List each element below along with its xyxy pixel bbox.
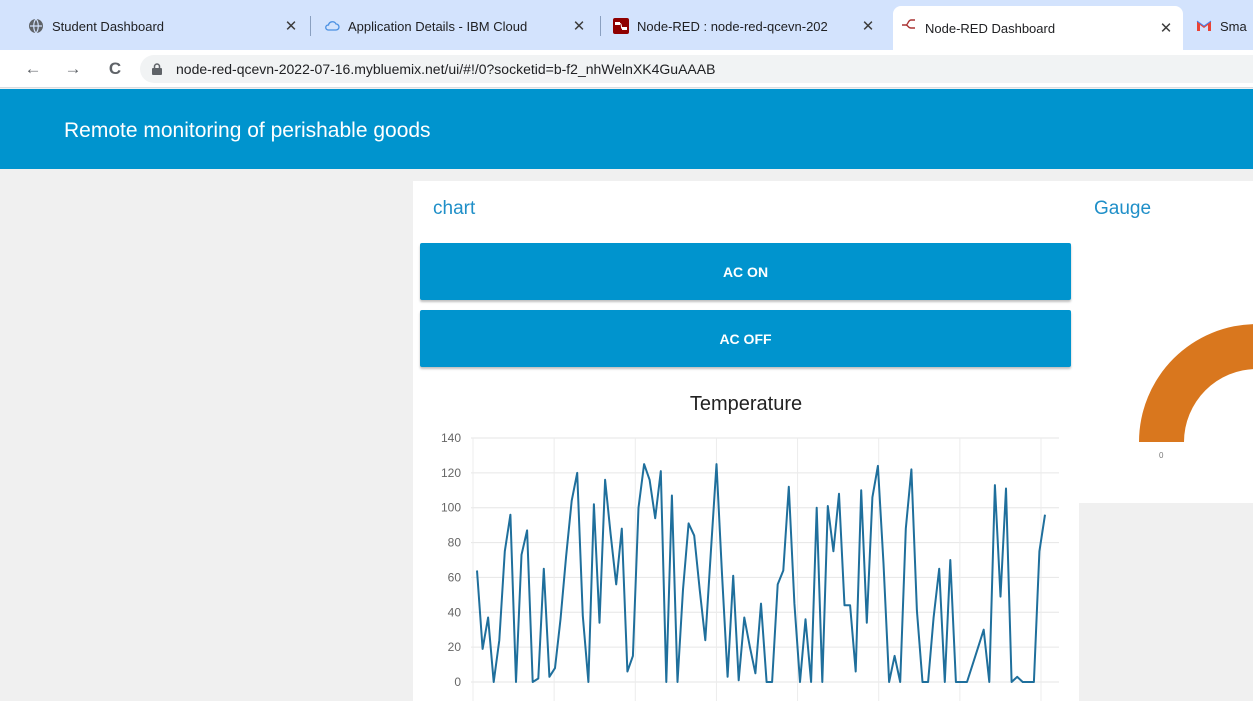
- close-icon[interactable]: ✕: [859, 17, 877, 35]
- gauge-min-label: 0: [1159, 451, 1164, 460]
- gauge-arc: [1139, 324, 1253, 442]
- y-tick-label: 100: [441, 501, 461, 515]
- gauge: [1139, 324, 1253, 442]
- gmail-icon: [1196, 20, 1212, 31]
- temperature-line-chart: 0 20 40 60 80 100 120 140: [441, 431, 1059, 701]
- y-tick-label: 140: [441, 431, 461, 445]
- browser-tab-strip: Student Dashboard ✕ Application Details …: [0, 0, 1253, 50]
- dashboard-title: Remote monitoring of perishable goods: [64, 119, 431, 142]
- close-icon[interactable]: ✕: [1157, 19, 1175, 37]
- forward-arrow-icon[interactable]: →: [62, 58, 84, 80]
- url-text: node-red-qcevn-2022-07-16.mybluemix.net/…: [176, 61, 716, 77]
- tab-title: Sma: [1220, 18, 1247, 34]
- y-tick-label: 60: [448, 570, 462, 584]
- y-tick-label: 40: [448, 605, 462, 619]
- chart-group-card: chart AC ON AC OFF Temperature 0 20 40 60 80…: [413, 181, 1079, 701]
- lock-icon: [152, 63, 162, 75]
- tab-node-red-dashboard[interactable]: Node-RED Dashboard ✕: [893, 6, 1183, 50]
- tab-node-red-editor[interactable]: Node-RED : node-red-qcevn-202 ✕: [605, 8, 885, 44]
- close-icon[interactable]: ✕: [282, 17, 300, 35]
- reload-icon[interactable]: C: [104, 58, 126, 80]
- screen: Student Dashboard ✕ Application Details …: [0, 0, 1253, 701]
- back-arrow-icon[interactable]: ←: [22, 58, 44, 80]
- y-tick-label: 0: [454, 675, 461, 689]
- tab-application-details[interactable]: Application Details - IBM Cloud ✕: [316, 8, 596, 44]
- tab-title: Student Dashboard: [52, 18, 165, 34]
- dashboard-toolbar: Remote monitoring of perishable goods: [0, 89, 1253, 169]
- tab-student-dashboard[interactable]: Student Dashboard ✕: [20, 8, 308, 44]
- url-input[interactable]: node-red-qcevn-2022-07-16.mybluemix.net/…: [140, 55, 1253, 83]
- tab-gmail[interactable]: Sma: [1188, 8, 1253, 44]
- globe-icon: [29, 18, 43, 34]
- gauge-group-card: Gauge 0: [1077, 181, 1253, 503]
- address-bar: ← → C node-red-qcevn-2022-07-16.mybluemi…: [0, 50, 1253, 88]
- tab-title: Application Details - IBM Cloud: [348, 18, 528, 34]
- tab-title: Node-RED : node-red-qcevn-202: [637, 18, 828, 34]
- tab-separator: [310, 16, 311, 36]
- cloud-icon: [325, 21, 340, 31]
- close-icon[interactable]: ✕: [570, 17, 588, 35]
- y-tick-label: 20: [448, 640, 462, 654]
- node-red-icon: [613, 18, 629, 34]
- y-tick-label: 80: [448, 536, 462, 550]
- y-tick-label: 120: [441, 466, 461, 480]
- tab-separator: [600, 16, 601, 36]
- tab-title: Node-RED Dashboard: [925, 20, 1056, 36]
- node-red-dashboard-icon: [902, 19, 915, 29]
